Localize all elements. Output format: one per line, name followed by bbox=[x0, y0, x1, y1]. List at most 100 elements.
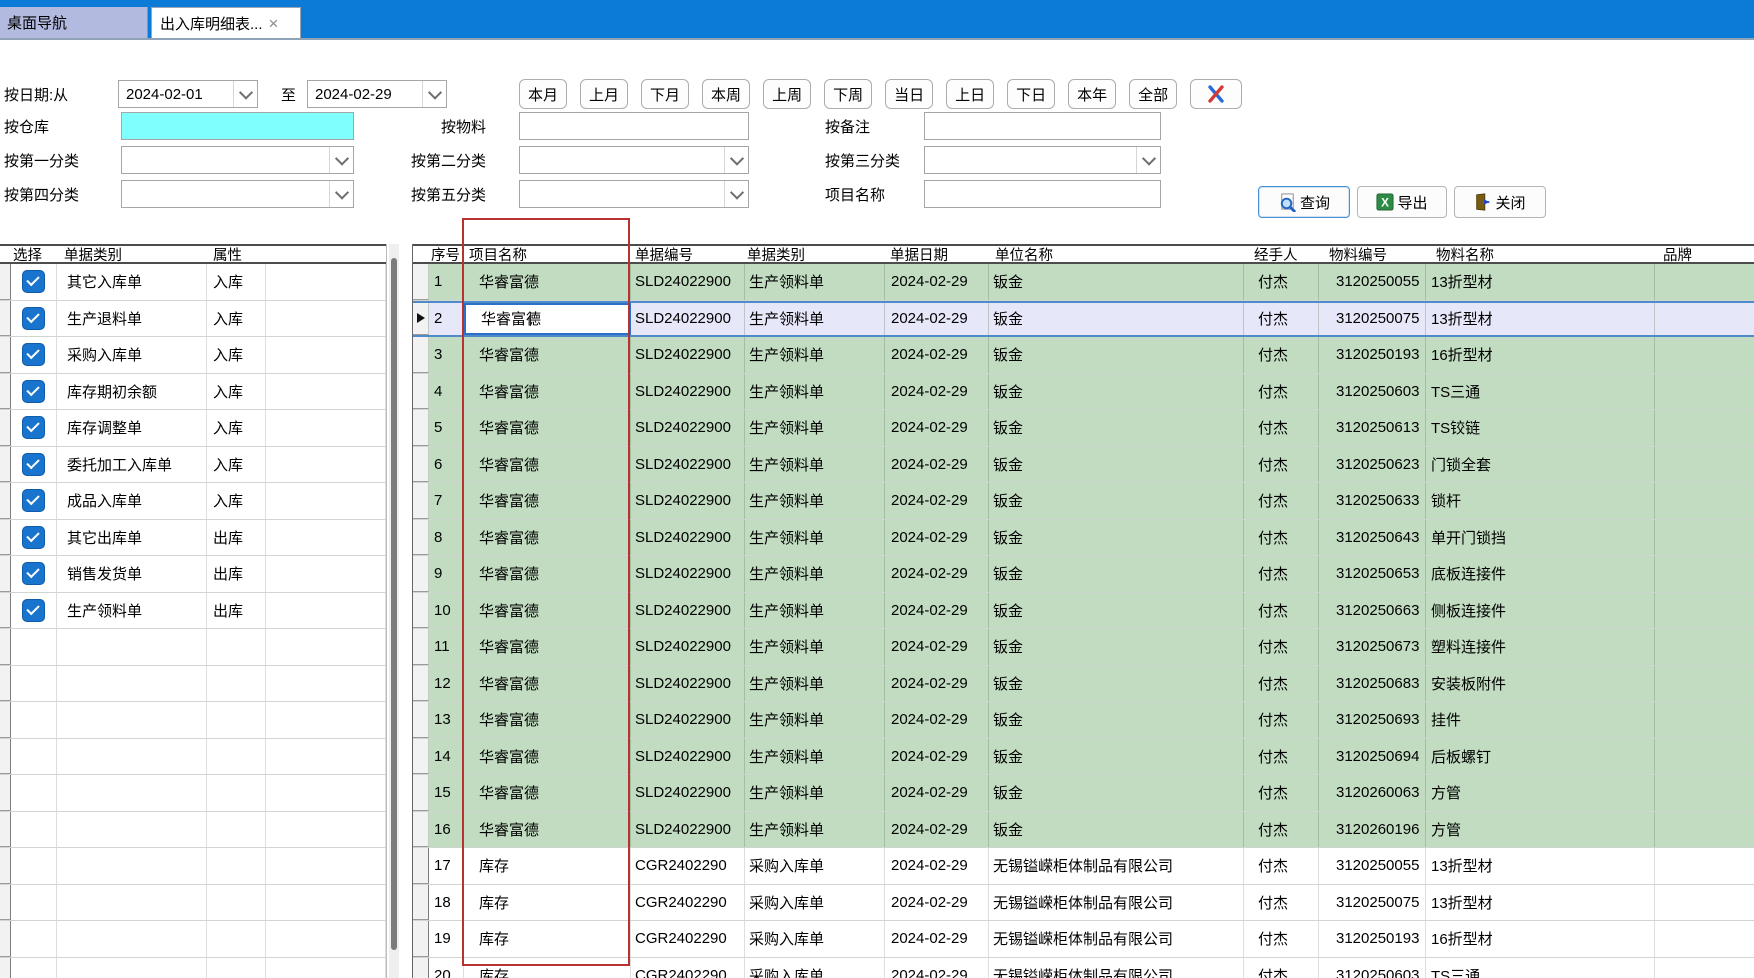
doc-type-cell[interactable]: 生产领料单 bbox=[745, 447, 885, 483]
header-mat-name[interactable]: 物料名称 bbox=[1426, 246, 1655, 262]
detail-row[interactable]: 6华睿富德SLD24022900生产领料单2024-02-29钣金付杰31202… bbox=[413, 447, 1754, 484]
quick-range-button[interactable]: 全部 bbox=[1129, 79, 1177, 109]
seq-cell[interactable]: 4 bbox=[429, 374, 464, 410]
doc-type-checkbox-cell[interactable] bbox=[11, 739, 57, 775]
unit-cell[interactable]: 钣金 bbox=[989, 264, 1244, 300]
mat-name-cell[interactable]: 安装板附件 bbox=[1426, 666, 1655, 702]
detail-row[interactable]: 1华睿富德SLD24022900生产领料单2024-02-29钣金付杰31202… bbox=[413, 264, 1754, 301]
quick-filter-tools-button[interactable] bbox=[1190, 79, 1242, 109]
project-cell[interactable]: 华睿富德 bbox=[464, 702, 631, 738]
detail-row[interactable]: 11华睿富德SLD24022900生产领料单2024-02-29钣金付杰3120… bbox=[413, 629, 1754, 666]
header-select[interactable]: 选择 bbox=[11, 246, 57, 262]
date-cell[interactable]: 2024-02-29 bbox=[885, 593, 989, 629]
date-cell[interactable]: 2024-02-29 bbox=[885, 812, 989, 848]
doc-type-cell[interactable]: 采购入库单 bbox=[745, 958, 885, 978]
handler-cell[interactable]: 付杰 bbox=[1244, 885, 1319, 921]
seq-cell[interactable]: 12 bbox=[429, 666, 464, 702]
doc-no-cell[interactable]: SLD24022900 bbox=[631, 812, 745, 848]
category4-select[interactable] bbox=[121, 180, 354, 208]
doc-type-name-cell[interactable]: 成品入库单 bbox=[57, 483, 207, 519]
detail-row[interactable]: 10华睿富德SLD24022900生产领料单2024-02-29钣金付杰3120… bbox=[413, 593, 1754, 630]
category2-select[interactable] bbox=[519, 146, 749, 174]
doc-type-cell[interactable]: 生产领料单 bbox=[745, 775, 885, 811]
unit-cell[interactable]: 钣金 bbox=[989, 374, 1244, 410]
doc-type-table-scrollbar[interactable] bbox=[389, 244, 399, 978]
unit-cell[interactable]: 无锡镒嵘柜体制品有限公司 bbox=[989, 921, 1244, 957]
mat-name-cell[interactable]: 16折型材 bbox=[1426, 921, 1655, 957]
date-cell[interactable]: 2024-02-29 bbox=[885, 447, 989, 483]
mat-name-cell[interactable]: 底板连接件 bbox=[1426, 556, 1655, 592]
unit-cell[interactable]: 钣金 bbox=[989, 337, 1244, 373]
doc-type-attr-cell[interactable]: 出库 bbox=[207, 593, 266, 629]
checkbox-checked-icon[interactable] bbox=[22, 343, 45, 366]
handler-cell[interactable]: 付杰 bbox=[1244, 447, 1319, 483]
doc-type-attr-cell[interactable] bbox=[207, 848, 266, 884]
doc-type-attr-cell[interactable]: 入库 bbox=[207, 337, 266, 373]
handler-cell[interactable]: 付杰 bbox=[1244, 303, 1319, 336]
warehouse-input[interactable] bbox=[121, 112, 354, 140]
date-to-combobox[interactable]: 2024-02-29 bbox=[307, 80, 447, 108]
detail-row[interactable]: 4华睿富德SLD24022900生产领料单2024-02-29钣金付杰31202… bbox=[413, 374, 1754, 411]
date-cell[interactable]: 2024-02-29 bbox=[885, 483, 989, 519]
doc-no-cell[interactable]: SLD24022900 bbox=[631, 739, 745, 775]
doc-no-cell[interactable]: SLD24022900 bbox=[631, 556, 745, 592]
date-cell[interactable]: 2024-02-29 bbox=[885, 702, 989, 738]
mat-no-cell[interactable]: 3120250653 bbox=[1319, 556, 1426, 592]
doc-type-cell[interactable]: 采购入库单 bbox=[745, 848, 885, 884]
doc-type-cell[interactable]: 生产领料单 bbox=[745, 337, 885, 373]
seq-cell[interactable]: 14 bbox=[429, 739, 464, 775]
doc-type-checkbox-cell[interactable] bbox=[11, 958, 57, 978]
header-doc-type2[interactable]: 单据类别 bbox=[745, 246, 885, 262]
date-cell[interactable]: 2024-02-29 bbox=[885, 848, 989, 884]
doc-type-attr-cell[interactable]: 入库 bbox=[207, 483, 266, 519]
date-cell[interactable]: 2024-02-29 bbox=[885, 666, 989, 702]
detail-row[interactable]: 7华睿富德SLD24022900生产领料单2024-02-29钣金付杰31202… bbox=[413, 483, 1754, 520]
handler-cell[interactable]: 付杰 bbox=[1244, 337, 1319, 373]
mat-name-cell[interactable]: 13折型材 bbox=[1426, 848, 1655, 884]
doc-type-attr-cell[interactable]: 入库 bbox=[207, 301, 266, 337]
material-input[interactable] bbox=[519, 112, 749, 140]
handler-cell[interactable]: 付杰 bbox=[1244, 812, 1319, 848]
handler-cell[interactable]: 付杰 bbox=[1244, 666, 1319, 702]
project-cell[interactable]: 华睿富德 bbox=[464, 264, 631, 300]
seq-cell[interactable]: 3 bbox=[429, 337, 464, 373]
mat-no-cell[interactable]: 3120250623 bbox=[1319, 447, 1426, 483]
handler-cell[interactable]: 付杰 bbox=[1244, 702, 1319, 738]
doc-no-cell[interactable]: SLD24022900 bbox=[631, 410, 745, 446]
doc-type-name-cell[interactable] bbox=[57, 739, 207, 775]
detail-row[interactable]: 16华睿富德SLD24022900生产领料单2024-02-29钣金付杰3120… bbox=[413, 812, 1754, 849]
doc-type-checkbox-cell[interactable] bbox=[11, 410, 57, 446]
header-attr[interactable]: 属性 bbox=[207, 246, 266, 262]
detail-row[interactable]: 19库存CGR2402290采购入库单2024-02-29无锡镒嵘柜体制品有限公… bbox=[413, 921, 1754, 958]
handler-cell[interactable]: 付杰 bbox=[1244, 410, 1319, 446]
seq-cell[interactable]: 1 bbox=[429, 264, 464, 300]
scrollbar-thumb[interactable] bbox=[391, 258, 397, 950]
handler-cell[interactable]: 付杰 bbox=[1244, 374, 1319, 410]
seq-cell[interactable]: 8 bbox=[429, 520, 464, 556]
seq-cell[interactable]: 15 bbox=[429, 775, 464, 811]
handler-cell[interactable]: 付杰 bbox=[1244, 775, 1319, 811]
seq-cell[interactable]: 16 bbox=[429, 812, 464, 848]
doc-no-cell[interactable]: SLD24022900 bbox=[631, 520, 745, 556]
mat-name-cell[interactable]: 13折型材 bbox=[1426, 303, 1655, 336]
doc-no-cell[interactable]: SLD24022900 bbox=[631, 702, 745, 738]
unit-cell[interactable]: 钣金 bbox=[989, 303, 1244, 336]
quick-range-button[interactable]: 下月 bbox=[641, 79, 689, 109]
quick-range-button[interactable]: 上日 bbox=[946, 79, 994, 109]
doc-no-cell[interactable]: SLD24022900 bbox=[631, 483, 745, 519]
query-button[interactable]: 查询 bbox=[1258, 186, 1350, 218]
brand-cell[interactable] bbox=[1655, 812, 1754, 848]
doc-type-cell[interactable]: 生产领料单 bbox=[745, 520, 885, 556]
doc-type-cell[interactable]: 生产领料单 bbox=[745, 264, 885, 300]
tab-close-icon[interactable]: × bbox=[269, 15, 279, 32]
header-brand[interactable]: 品牌 bbox=[1655, 246, 1754, 262]
doc-type-cell[interactable]: 生产领料单 bbox=[745, 593, 885, 629]
unit-cell[interactable]: 钣金 bbox=[989, 483, 1244, 519]
doc-no-cell[interactable]: CGR2402290 bbox=[631, 848, 745, 884]
date-cell[interactable]: 2024-02-29 bbox=[885, 739, 989, 775]
doc-type-name-cell[interactable]: 委托加工入库单 bbox=[57, 447, 207, 483]
project-cell[interactable]: 库存 bbox=[464, 885, 631, 921]
checkbox-checked-icon[interactable] bbox=[22, 416, 45, 439]
detail-row[interactable]: 20库存CGR2402290采购入库单2024-02-29无锡镒嵘柜体制品有限公… bbox=[413, 958, 1754, 978]
quick-range-button[interactable]: 本周 bbox=[702, 79, 750, 109]
